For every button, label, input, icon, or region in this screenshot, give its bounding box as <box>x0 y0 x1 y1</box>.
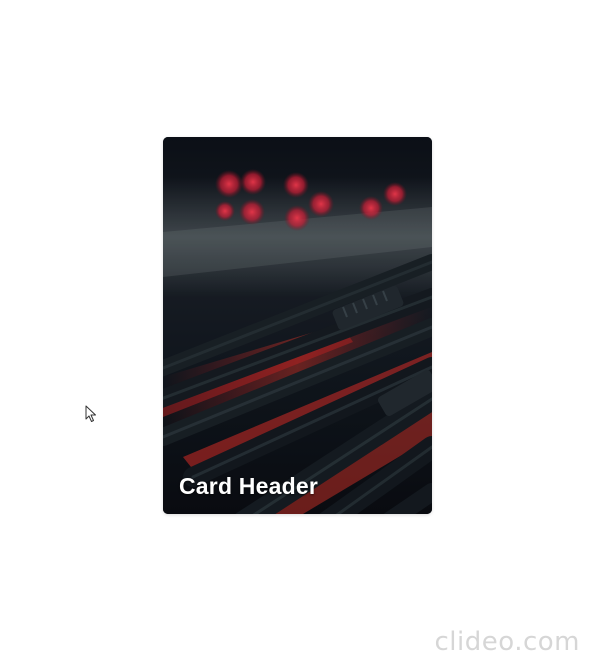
card[interactable]: Card Header <box>163 137 432 514</box>
mouse-pointer-icon <box>85 405 96 422</box>
page: Card Header clideo.com <box>0 0 600 671</box>
card-header: Card Header <box>179 473 318 499</box>
watermark: clideo.com <box>434 627 580 657</box>
network-cables-photo <box>163 137 432 514</box>
